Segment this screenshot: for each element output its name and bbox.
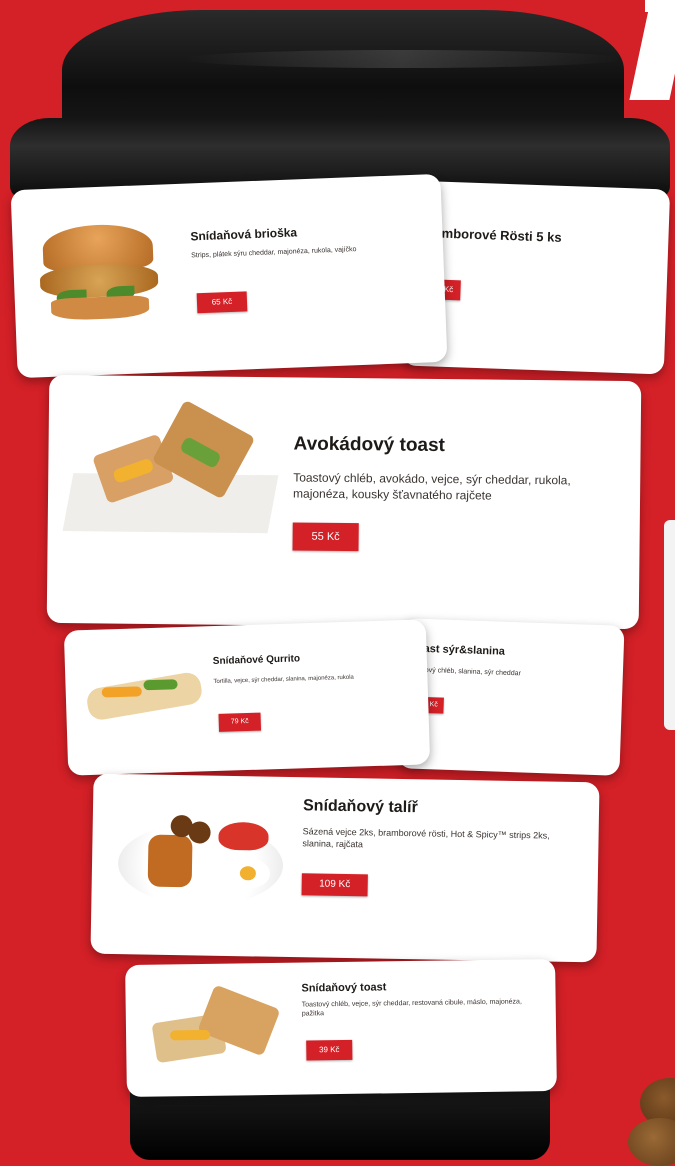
- price-badge[interactable]: 65 Kč: [196, 291, 248, 314]
- menu-item-description: Toastový chléb, vejce, sýr cheddar, rest…: [301, 998, 522, 1018]
- menu-card-toast[interactable]: Snídaňový toast Toastový chléb, vejce, s…: [125, 959, 557, 1097]
- menu-item-title: amborové Rösti 5 ks: [434, 225, 562, 245]
- menu-item-title: Avokádový toast: [293, 433, 446, 457]
- menu-item-title: Snídaňový talíř: [302, 797, 418, 817]
- menu-card-talir[interactable]: Snídaňový talíř Sázená vejce 2ks, brambo…: [90, 773, 600, 963]
- corner-white-shape-top: [645, 0, 675, 12]
- menu-item-title: Snídaňová brioška: [190, 225, 298, 244]
- price-badge[interactable]: 39 Kč: [306, 1039, 353, 1061]
- menu-item-description: Strips, plátek sýru cheddar, majonéza, r…: [191, 246, 357, 260]
- corner-white-shape: [629, 0, 675, 100]
- menu-card-qurrito[interactable]: Snídaňové Qurrito Tortilla, vejce, sýr c…: [63, 619, 431, 776]
- cup-bottom: [130, 1090, 550, 1160]
- menu-item-title: Snídaňový toast: [301, 981, 387, 995]
- price-badge[interactable]: 109 Kč: [301, 873, 368, 897]
- menu-card-toast-syr[interactable]: ast sýr&slanina tový chléb, slanina, sýr…: [397, 618, 625, 776]
- menu-item-title: ast sýr&slanina: [423, 642, 506, 658]
- coffee-bean-icon: [628, 1118, 675, 1166]
- brioche-burger-image: [34, 214, 169, 339]
- menu-item-description: tový chléb, slanina, sýr cheddar: [422, 666, 521, 678]
- menu-item-title: Snídaňové Qurrito: [212, 653, 301, 668]
- menu-item-description: Tortilla, vejce, sýr cheddar, slanina, m…: [213, 674, 354, 686]
- price-badge[interactable]: 55 Kč: [292, 522, 359, 552]
- breakfast-plate-image: [107, 794, 289, 917]
- side-strip: [664, 520, 675, 730]
- avocado-toast-image: [62, 399, 279, 535]
- menu-card-avokado[interactable]: Avokádový toast Toastový chléb, avokádo,…: [46, 374, 642, 630]
- menu-item-description: Sázená vejce 2ks, bramborové rösti, Hot …: [302, 826, 550, 850]
- qurrito-image: [80, 648, 207, 732]
- breakfast-toast-image: [143, 979, 289, 1073]
- menu-item-description: Toastový chléb, avokádo, vejce, sýr ched…: [293, 470, 571, 503]
- menu-card-brioska[interactable]: Snídaňová brioška Strips, plátek sýru ch…: [10, 173, 448, 379]
- price-badge[interactable]: 79 Kč: [218, 712, 262, 732]
